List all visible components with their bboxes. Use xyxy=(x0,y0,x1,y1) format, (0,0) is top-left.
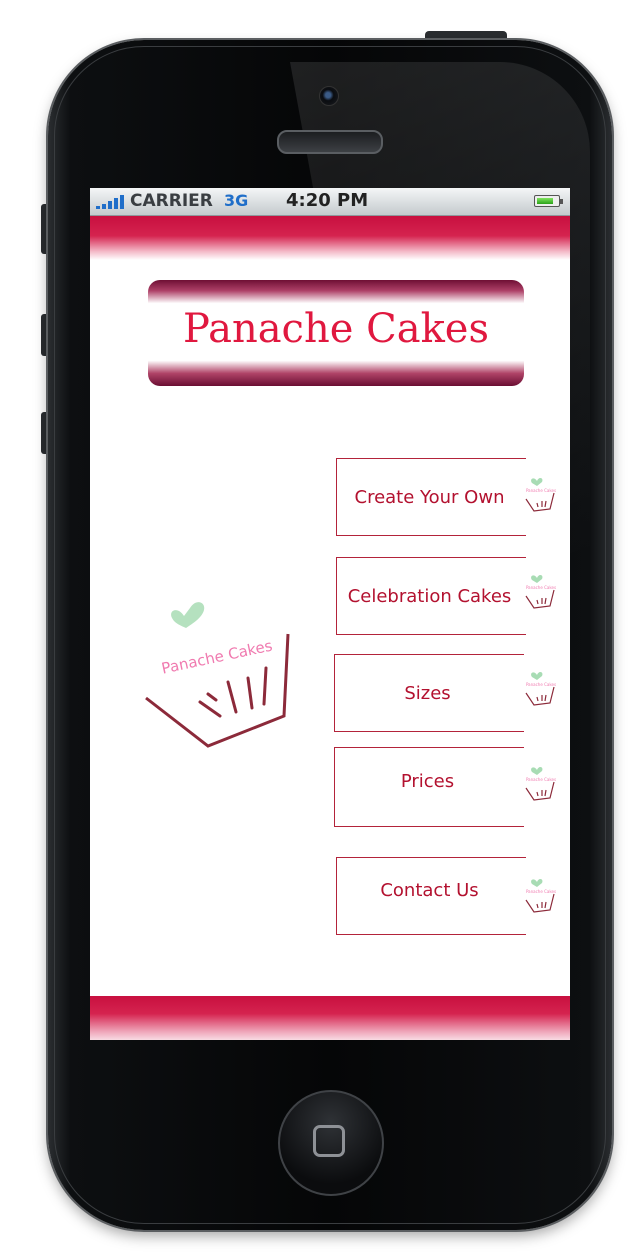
cupcake-logo-icon: Panache Cakes xyxy=(525,478,556,512)
sizes-label: Sizes xyxy=(404,682,451,704)
create-your-own-button[interactable]: Create Your Own xyxy=(336,458,526,536)
title-banner: Panache Cakes xyxy=(148,280,524,386)
svg-text:Panache Cakes: Panache Cakes xyxy=(526,488,556,493)
home-square-icon xyxy=(313,1125,345,1157)
contact-us-button[interactable]: Contact Us xyxy=(336,857,526,935)
logo-wordmark: Panache Cakes xyxy=(160,637,274,678)
footer-band xyxy=(90,996,570,1040)
home-button[interactable] xyxy=(278,1090,384,1196)
svg-text:Panache Cakes: Panache Cakes xyxy=(526,585,556,590)
sizes-button[interactable]: Sizes xyxy=(334,654,524,732)
carrier-name: CARRIER xyxy=(130,191,213,211)
cupcake-logo-icon: Panache Cakes xyxy=(525,879,556,913)
app-screen: CARRIER 3G 4:20 PM Panache Cakes Panache… xyxy=(90,188,570,1040)
cupcake-logo-icon: Panache Cakes xyxy=(525,575,556,609)
panache-cakes-logo: Panache Cakes xyxy=(145,602,290,748)
cupcake-logo-icon: Panache Cakes xyxy=(525,767,556,801)
svg-text:Panache Cakes: Panache Cakes xyxy=(526,777,556,782)
page-title: Panache Cakes xyxy=(182,306,489,352)
svg-text:Panache Cakes: Panache Cakes xyxy=(526,682,556,687)
front-camera-icon xyxy=(319,86,339,106)
create-your-own-label: Create Your Own xyxy=(354,486,505,508)
cupcake-logo-icon: Panache Cakes xyxy=(525,672,556,706)
prices-button[interactable]: Prices xyxy=(334,747,524,827)
earpiece-speaker xyxy=(277,130,383,154)
contact-us-label: Contact Us xyxy=(380,879,479,901)
network-type: 3G xyxy=(224,191,249,210)
status-bar: CARRIER 3G 4:20 PM xyxy=(90,188,570,216)
celebration-cakes-button[interactable]: Celebration Cakes xyxy=(336,557,526,635)
celebration-cakes-label: Celebration Cakes xyxy=(347,585,512,607)
header-band xyxy=(90,216,570,260)
battery-icon xyxy=(534,195,563,207)
status-time: 4:20 PM xyxy=(286,190,369,211)
svg-text:Panache Cakes: Panache Cakes xyxy=(526,889,556,894)
signal-strength-icon xyxy=(96,195,126,209)
prices-label: Prices xyxy=(400,770,455,792)
